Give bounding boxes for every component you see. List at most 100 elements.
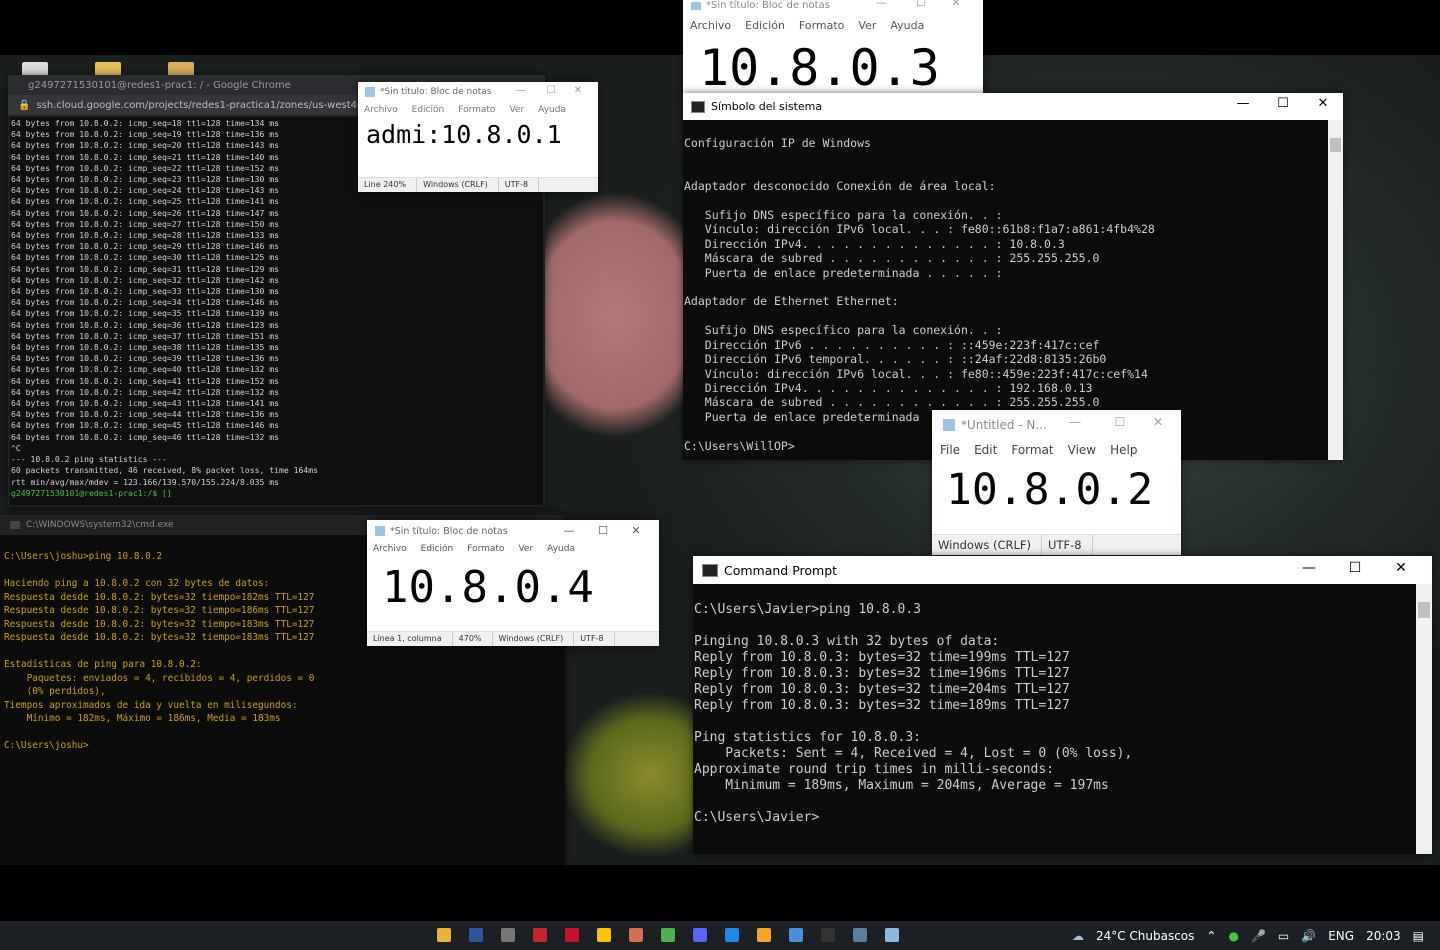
simbolo-sistema-window: Símbolo del sistema — ☐ ✕ Configuración … bbox=[683, 93, 1343, 460]
lock-icon: 🔒 bbox=[18, 99, 31, 111]
illustrator-icon[interactable] bbox=[559, 924, 585, 946]
maximize-button[interactable]: ☐ bbox=[536, 85, 566, 96]
terminal-line: 64 bytes from 10.8.0.2: icmp_seq=40 ttl=… bbox=[11, 364, 280, 375]
remote-icon-glyph bbox=[789, 928, 803, 942]
menu-edicion[interactable]: Edición bbox=[421, 544, 454, 554]
menu-ayuda[interactable]: Ayuda bbox=[538, 105, 566, 115]
speaker-icon[interactable]: 🔊 bbox=[1301, 929, 1316, 943]
network-icon[interactable]: ▭ bbox=[1278, 929, 1289, 943]
paint-icon[interactable] bbox=[623, 924, 649, 946]
close-button[interactable]: ✕ bbox=[1378, 560, 1424, 576]
store-icon-glyph bbox=[501, 928, 515, 942]
maximize-button[interactable]: ☐ bbox=[1332, 560, 1378, 576]
window-title: Command Prompt bbox=[724, 562, 838, 578]
minimize-button[interactable]: — bbox=[1286, 560, 1332, 576]
app-circle-icon[interactable] bbox=[751, 924, 777, 946]
word-icon[interactable] bbox=[463, 924, 489, 946]
notifications-icon[interactable]: ▤ bbox=[1413, 929, 1424, 943]
terminal-line: 64 bytes from 10.8.0.2: icmp_seq=39 ttl=… bbox=[11, 353, 280, 364]
close-button[interactable]: ✕ bbox=[1143, 415, 1173, 429]
remote-icon[interactable] bbox=[783, 924, 809, 946]
status-dot-icon[interactable]: ● bbox=[1228, 929, 1238, 943]
menu-ayuda[interactable]: Ayuda bbox=[547, 544, 575, 554]
minimize-button[interactable]: — bbox=[506, 85, 536, 96]
weather-icon[interactable]: ☁ bbox=[1072, 929, 1084, 943]
menu-view[interactable]: View bbox=[1068, 443, 1096, 457]
minimize-button[interactable]: — bbox=[1053, 415, 1097, 429]
menu-edicion[interactable]: Edición bbox=[745, 19, 785, 32]
terminal-line: 64 bytes from 10.8.0.2: icmp_seq=34 ttl=… bbox=[11, 297, 280, 308]
maximize-button[interactable]: ☐ bbox=[901, 0, 941, 9]
scrollbar[interactable] bbox=[1328, 120, 1343, 460]
app-red-icon-glyph bbox=[533, 928, 547, 942]
notepad-icon bbox=[691, 2, 701, 10]
chrome-icon[interactable] bbox=[655, 924, 681, 946]
cmd-icon[interactable] bbox=[815, 924, 841, 946]
close-button[interactable]: ✕ bbox=[566, 85, 590, 96]
scrollbar-thumb[interactable] bbox=[1330, 138, 1341, 152]
close-button[interactable]: ✕ bbox=[941, 0, 971, 9]
simbolo-output[interactable]: Configuración IP de Windows Adaptador de… bbox=[684, 136, 1155, 453]
app-red-icon[interactable] bbox=[527, 924, 553, 946]
app-circle-icon-glyph bbox=[757, 928, 771, 942]
menu-ver[interactable]: Ver bbox=[858, 19, 876, 32]
weather-text[interactable]: 24°C Chubascos bbox=[1096, 929, 1194, 943]
menu-formato[interactable]: Formato bbox=[458, 105, 495, 115]
menu-edicion[interactable]: Edición bbox=[412, 105, 445, 115]
minimize-button[interactable]: — bbox=[1223, 96, 1263, 111]
clock[interactable]: 20:03 bbox=[1366, 929, 1401, 943]
notepad-icon bbox=[943, 418, 955, 431]
menu-archivo[interactable]: Archivo bbox=[690, 19, 731, 32]
menu-formato[interactable]: Formato bbox=[799, 19, 845, 32]
maximize-button[interactable]: ☐ bbox=[587, 524, 619, 537]
network-icon[interactable] bbox=[847, 924, 873, 946]
file-explorer-icon[interactable] bbox=[431, 924, 457, 946]
menu-file[interactable]: File bbox=[940, 443, 960, 457]
menu-bar: Archivo Edición Formato Ver Ayuda bbox=[364, 105, 598, 115]
vpn-icon[interactable] bbox=[719, 924, 745, 946]
maximize-button[interactable]: ☐ bbox=[1263, 96, 1303, 111]
close-button[interactable]: ✕ bbox=[1303, 96, 1343, 111]
terminal-line: 64 bytes from 10.8.0.2: icmp_seq=45 ttl=… bbox=[11, 420, 280, 431]
notepad-text-area[interactable]: 10.8.0.4 bbox=[382, 562, 594, 614]
sticky-notes-icon[interactable] bbox=[591, 924, 617, 946]
close-button[interactable]: ✕ bbox=[619, 524, 653, 537]
cmd-joshu-output[interactable]: C:\Users\joshu>ping 10.8.0.2 Haciendo pi… bbox=[4, 550, 314, 753]
terminal-line: 60 packets transmitted, 46 received, 8% … bbox=[11, 465, 318, 476]
menu-ver[interactable]: Ver bbox=[509, 105, 524, 115]
scrollbar-thumb[interactable] bbox=[1418, 602, 1430, 618]
window-title: Símbolo del sistema bbox=[711, 100, 823, 113]
menu-help[interactable]: Help bbox=[1110, 443, 1137, 457]
terminal-line: 64 bytes from 10.8.0.2: icmp_seq=42 ttl=… bbox=[11, 386, 280, 397]
status-encoding: UTF-8 bbox=[574, 632, 615, 646]
discord-icon-glyph bbox=[693, 928, 707, 942]
menu-ayuda[interactable]: Ayuda bbox=[890, 19, 924, 32]
store-icon[interactable] bbox=[495, 924, 521, 946]
minimize-button[interactable]: — bbox=[861, 0, 901, 9]
minimize-button[interactable]: — bbox=[551, 524, 587, 537]
menu-ver[interactable]: Ver bbox=[518, 544, 533, 554]
menu-format[interactable]: Format bbox=[1011, 443, 1053, 457]
command-prompt-output[interactable]: C:\Users\Javier>ping 10.8.0.3 Pinging 10… bbox=[694, 602, 1132, 826]
window-controls: — ☐ ✕ bbox=[1223, 96, 1343, 111]
menu-archivo[interactable]: Archivo bbox=[364, 105, 398, 115]
notepad-104-window: *Sin título: Bloc de notas — ☐ ✕ Archivo… bbox=[367, 520, 659, 646]
terminal-line: 64 bytes from 10.8.0.2: icmp_seq=30 ttl=… bbox=[11, 252, 280, 263]
maximize-button[interactable]: ☐ bbox=[1097, 415, 1143, 429]
scrollbar[interactable] bbox=[1416, 584, 1432, 854]
menu-formato[interactable]: Formato bbox=[467, 544, 504, 554]
notepad-icon[interactable] bbox=[879, 924, 905, 946]
discord-icon[interactable] bbox=[687, 924, 713, 946]
notepad-text-area[interactable]: 10.8.0.3 bbox=[699, 38, 940, 95]
window-title: *Untitled - N... bbox=[961, 417, 1047, 432]
terminal-line: 64 bytes from 10.8.0.2: icmp_seq=25 ttl=… bbox=[11, 196, 280, 207]
menu-edit[interactable]: Edit bbox=[974, 443, 997, 457]
chevron-up-icon[interactable]: ⌃ bbox=[1206, 929, 1216, 943]
microphone-icon[interactable]: 🎤 bbox=[1251, 929, 1266, 943]
notepad-text-area[interactable]: 10.8.0.2 bbox=[946, 465, 1153, 515]
notepad-text-area[interactable]: admi:10.8.0.1 bbox=[366, 120, 562, 149]
chrome-icon-glyph bbox=[661, 928, 675, 942]
language-indicator[interactable]: ENG bbox=[1328, 929, 1354, 943]
menu-archivo[interactable]: Archivo bbox=[373, 544, 407, 554]
terminal-line: 64 bytes from 10.8.0.2: icmp_seq=35 ttl=… bbox=[11, 308, 280, 319]
